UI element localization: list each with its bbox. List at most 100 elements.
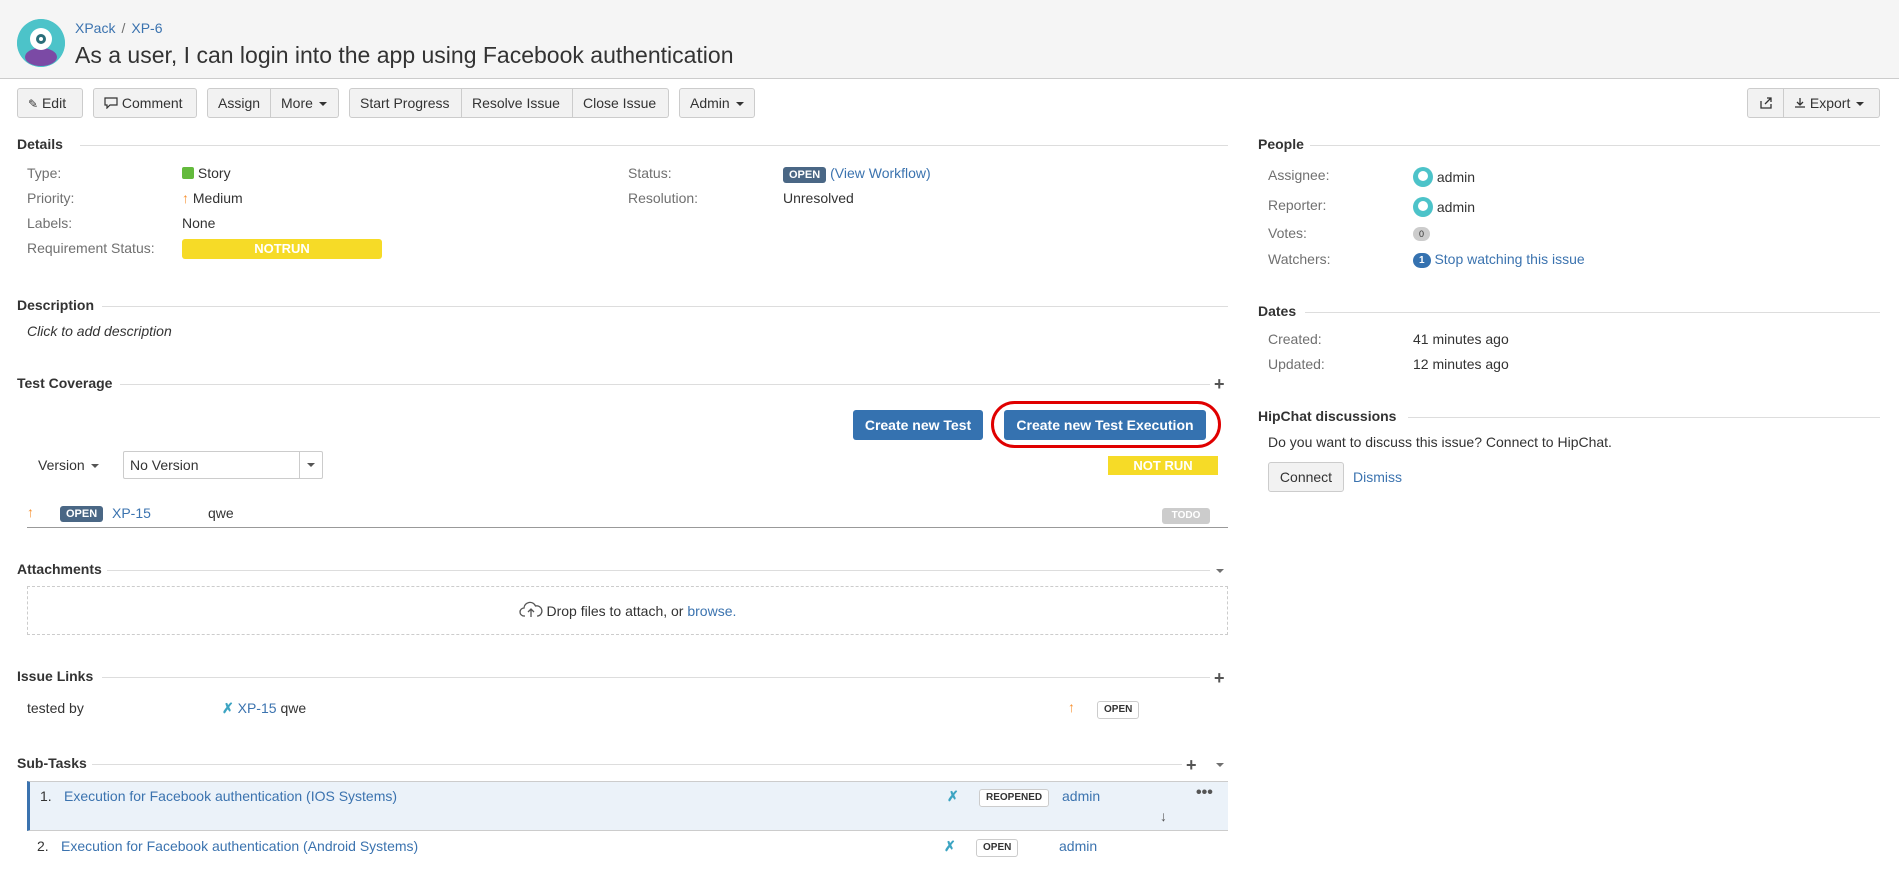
export-button[interactable]: Export — [1784, 88, 1880, 118]
subtask-summary-link[interactable]: Execution for Facebook authentication (A… — [61, 838, 418, 854]
priority-value: ↑ Medium — [182, 190, 243, 206]
user-avatar-icon — [1413, 197, 1433, 217]
add-icon[interactable]: + — [1186, 756, 1197, 774]
stop-watching-link[interactable]: Stop watching this issue — [1434, 251, 1584, 267]
watchers-value: 1 Stop watching this issue — [1413, 251, 1585, 268]
issue-header: XPack / XP-6 As a user, I can login into t… — [0, 0, 1899, 79]
subtask-summary-link[interactable]: Execution for Facebook authentication (I… — [64, 788, 397, 804]
dismiss-link[interactable]: Dismiss — [1353, 469, 1402, 485]
test-key-link[interactable]: XP-15 — [112, 505, 151, 521]
linked-issue: ✗ XP-15 qwe — [222, 700, 307, 716]
attachments-divider — [107, 570, 1210, 571]
description-heading: Description — [17, 297, 95, 313]
status-value: OPEN (View Workflow) — [783, 165, 931, 183]
reporter-label: Reporter: — [1268, 197, 1327, 213]
watchers-count-badge[interactable]: 1 — [1413, 253, 1431, 268]
subtasks-divider — [92, 764, 1182, 765]
comment-button[interactable]: Comment — [93, 88, 197, 118]
issue-links-divider — [102, 677, 1210, 678]
resolution-value: Unresolved — [783, 190, 854, 206]
test-run-status: TODO — [1162, 508, 1210, 524]
assignee-value[interactable]: admin — [1413, 167, 1475, 187]
page-title[interactable]: As a user, I can login into the app usin… — [75, 42, 734, 69]
breadcrumb-issue-link[interactable]: XP-6 — [131, 20, 162, 36]
connect-button[interactable]: Connect — [1268, 462, 1344, 492]
test-status-lozenge: OPEN — [60, 506, 104, 522]
coverage-status-badge: NOT RUN — [1108, 456, 1218, 475]
project-avatar[interactable] — [17, 19, 65, 67]
version-select[interactable]: No Version — [123, 451, 323, 479]
dates-divider — [1305, 312, 1880, 313]
chevron-down-icon[interactable] — [1216, 763, 1224, 767]
dates-heading: Dates — [1258, 303, 1297, 319]
version-dropdown[interactable]: Version — [38, 457, 99, 473]
close-issue-button[interactable]: Close Issue — [573, 88, 669, 118]
add-icon[interactable]: + — [1214, 669, 1225, 687]
admin-button[interactable]: Admin — [679, 88, 755, 118]
priority-up-arrow-icon: ↑ — [27, 504, 34, 520]
more-actions-icon[interactable]: ••• — [1196, 784, 1213, 802]
watchers-label: Watchers: — [1268, 251, 1331, 267]
test-execution-icon: ✗ — [947, 788, 959, 804]
requirement-status-badge: NOTRUN — [182, 239, 382, 259]
chevron-down-icon — [1856, 102, 1865, 107]
chevron-down-icon — [735, 102, 744, 107]
description-placeholder[interactable]: Click to add description — [27, 323, 172, 339]
chevron-down-icon — [90, 464, 99, 469]
status-lozenge: OPEN — [783, 167, 827, 183]
description-divider — [102, 306, 1228, 307]
share-icon — [1759, 95, 1773, 111]
hipchat-heading: HipChat discussions — [1258, 408, 1397, 424]
link-relation-label: tested by — [27, 700, 84, 716]
details-heading: Details — [17, 136, 63, 152]
browse-link[interactable]: browse. — [687, 603, 736, 619]
votes-label: Votes: — [1268, 225, 1307, 241]
subtasks-heading: Sub-Tasks — [17, 755, 87, 771]
assignee-label: Assignee: — [1268, 167, 1330, 183]
subtask-status: REOPENED — [979, 789, 1050, 807]
details-divider — [80, 145, 1228, 146]
breadcrumb-project-link[interactable]: XPack — [75, 20, 115, 36]
votes-count-badge[interactable]: 0 — [1413, 227, 1431, 241]
start-progress-button[interactable]: Start Progress — [349, 88, 462, 118]
type-label: Type: — [27, 165, 62, 181]
subtask-assignee-link[interactable]: admin — [1059, 838, 1097, 854]
attachments-heading: Attachments — [17, 561, 102, 577]
people-divider — [1310, 145, 1880, 146]
share-button[interactable] — [1747, 88, 1784, 118]
updated-value: 12 minutes ago — [1413, 356, 1509, 372]
attachment-dropzone[interactable]: Drop files to attach, or browse. — [27, 586, 1228, 635]
move-down-arrow-icon[interactable]: ↓ — [1160, 808, 1167, 824]
subtask-row[interactable]: 2. Execution for Facebook authentication… — [27, 832, 1228, 862]
pencil-icon: ✎ — [28, 97, 39, 111]
reporter-value[interactable]: admin — [1413, 197, 1475, 217]
chevron-down-icon — [307, 463, 315, 467]
story-icon — [182, 167, 194, 179]
labels-label: Labels: — [27, 215, 73, 231]
people-heading: People — [1258, 136, 1304, 152]
subtask-row[interactable]: 1. Execution for Facebook authentication… — [27, 781, 1228, 831]
edit-button[interactable]: ✎ Edit — [17, 88, 83, 118]
chevron-down-icon — [318, 102, 327, 107]
hipchat-divider — [1408, 417, 1880, 418]
resolve-issue-button[interactable]: Resolve Issue — [462, 88, 573, 118]
priority-up-arrow-icon: ↑ — [1068, 699, 1075, 715]
download-icon — [1794, 95, 1810, 111]
hipchat-prompt: Do you want to discuss this issue? Conne… — [1268, 434, 1612, 450]
view-workflow-link[interactable]: View Workflow — [835, 165, 926, 181]
add-icon[interactable]: + — [1214, 375, 1225, 393]
subtask-assignee-link[interactable]: admin — [1062, 788, 1100, 804]
test-row-divider — [27, 527, 1228, 528]
comment-icon — [104, 95, 122, 111]
chevron-down-icon[interactable] — [1216, 569, 1224, 573]
created-value: 41 minutes ago — [1413, 331, 1509, 347]
assign-button[interactable]: Assign — [207, 88, 271, 118]
test-coverage-heading: Test Coverage — [17, 375, 113, 391]
linked-issue-status: OPEN — [1097, 701, 1140, 719]
updated-label: Updated: — [1268, 356, 1325, 372]
linked-issue-key-link[interactable]: XP-15 — [238, 700, 277, 716]
labels-value[interactable]: None — [182, 215, 215, 231]
more-button[interactable]: More — [271, 88, 339, 118]
create-new-test-button[interactable]: Create new Test — [853, 410, 983, 440]
create-new-test-execution-button[interactable]: Create new Test Execution — [1004, 410, 1206, 440]
